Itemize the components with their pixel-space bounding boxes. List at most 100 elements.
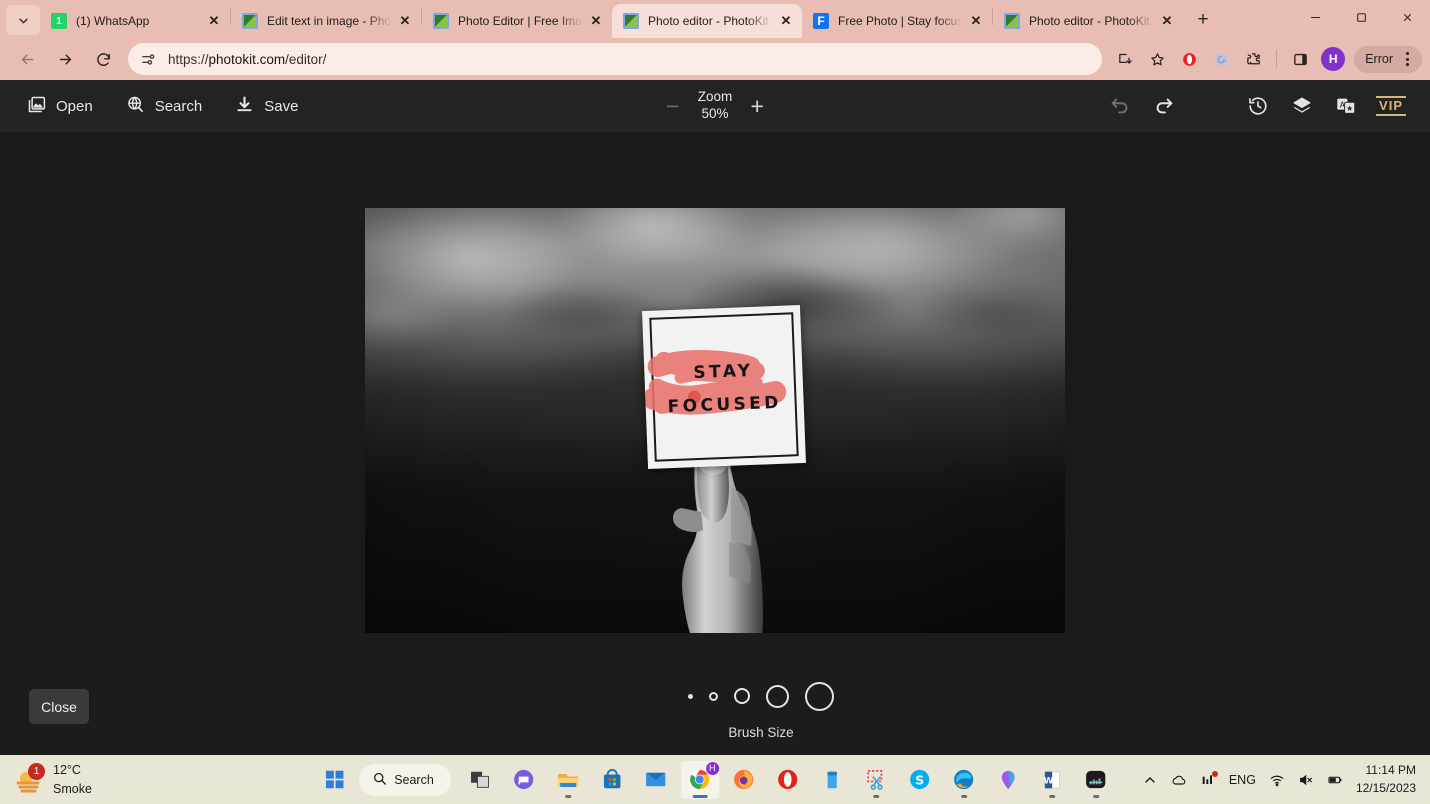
battery-icon[interactable] xyxy=(1327,772,1343,788)
edited-photo[interactable]: STAY FOCUSED xyxy=(365,208,1065,676)
grammarly-extension-icon[interactable] xyxy=(1206,44,1236,74)
redo-icon[interactable] xyxy=(1150,92,1178,120)
onedrive-cloud-icon[interactable] xyxy=(1171,772,1187,788)
bookmark-star-icon[interactable] xyxy=(1142,44,1172,74)
photokit-icon xyxy=(1004,13,1020,29)
search-icon xyxy=(372,771,387,789)
dark-app-icon[interactable] xyxy=(1077,761,1115,799)
opera-icon[interactable] xyxy=(769,761,807,799)
microsoft-store-icon[interactable] xyxy=(593,761,631,799)
svg-text:S: S xyxy=(915,772,924,787)
volume-muted-icon[interactable] xyxy=(1298,772,1314,788)
open-button[interactable]: Open xyxy=(26,94,93,119)
editor-right-tools: A ★ VIP xyxy=(1106,92,1430,120)
weather-temperature: 12°C xyxy=(53,763,81,778)
tab-close-icon[interactable]: ✕ xyxy=(395,11,415,31)
zoom-in-button[interactable]: + xyxy=(746,94,768,117)
microsoft-word-icon[interactable]: W xyxy=(1033,761,1071,799)
brush-size-option-1[interactable] xyxy=(688,693,693,699)
history-icon[interactable] xyxy=(1244,92,1272,120)
zoom-value: 50% xyxy=(701,106,729,121)
editor-file-tools: Open Search Save xyxy=(0,94,298,119)
tab-photo-editor-free-image[interactable]: Photo Editor | Free Image E ✕ xyxy=(422,4,612,38)
layers-icon[interactable] xyxy=(1288,92,1316,120)
zoom-out-button[interactable]: − xyxy=(662,94,684,117)
extensions-puzzle-icon[interactable] xyxy=(1238,44,1268,74)
tab-close-icon[interactable]: ✕ xyxy=(776,11,796,31)
window-maximize-icon[interactable] xyxy=(1338,0,1384,34)
kebab-menu-icon[interactable] xyxy=(1396,52,1418,66)
side-panel-icon[interactable] xyxy=(1285,44,1315,74)
tab-close-icon[interactable]: ✕ xyxy=(966,11,986,31)
back-arrow-icon[interactable] xyxy=(11,43,43,75)
zoom-control: − Zoom 50% + xyxy=(662,89,769,123)
save-button[interactable]: Save xyxy=(234,94,298,119)
windows-start-icon[interactable] xyxy=(315,761,353,799)
running-indicator xyxy=(564,794,571,798)
chat-teams-icon[interactable] xyxy=(505,761,543,799)
tab-photo-editor-photokit-2[interactable]: Photo editor - PhotoKit.co ✕ xyxy=(993,4,1183,38)
blue-app-icon[interactable] xyxy=(813,761,851,799)
tab-free-photo-stay-focused[interactable]: Free Photo | Stay focused t ✕ xyxy=(802,4,992,38)
tab-whatsapp[interactable]: (1) WhatsApp ✕ xyxy=(40,4,230,38)
snipping-tool-icon[interactable] xyxy=(857,761,895,799)
tab-title: Photo editor - PhotoKit.co xyxy=(1029,14,1153,28)
brush-size-options xyxy=(688,679,834,713)
mail-icon[interactable] xyxy=(637,761,675,799)
undo-icon[interactable] xyxy=(1106,92,1134,120)
weather-condition: Smoke xyxy=(53,781,92,796)
address-bar[interactable]: https://photokit.com/editor/ xyxy=(128,43,1103,75)
forward-arrow-icon[interactable] xyxy=(49,43,81,75)
tab-close-icon[interactable]: ✕ xyxy=(204,11,224,31)
smoke-weather-icon: 1 xyxy=(14,762,45,795)
task-view-icon[interactable] xyxy=(461,761,499,799)
zoom-readout: Zoom 50% xyxy=(698,89,733,123)
clock-time: 11:14 PM xyxy=(1365,763,1416,778)
tab-close-icon[interactable]: ✕ xyxy=(586,11,606,31)
tab-search-chevron-down-icon[interactable] xyxy=(6,5,40,35)
weather-widget[interactable]: 1 12°C Smoke xyxy=(0,761,300,797)
brush-size-option-2[interactable] xyxy=(709,691,718,701)
site-settings-icon[interactable] xyxy=(140,51,157,68)
file-explorer-icon[interactable] xyxy=(549,761,587,799)
error-status-badge[interactable]: Error xyxy=(1354,45,1422,73)
install-app-icon[interactable] xyxy=(1110,44,1140,74)
photokit-icon xyxy=(242,13,258,29)
google-chrome-icon[interactable]: H xyxy=(680,760,719,799)
taskbar-search[interactable]: Search xyxy=(359,763,451,796)
maps-pin-icon[interactable] xyxy=(989,761,1027,799)
paper-sign: STAY FOCUSED xyxy=(642,305,806,469)
skype-icon[interactable]: S xyxy=(901,761,939,799)
open-label: Open xyxy=(56,97,93,115)
stats-chart-icon[interactable] xyxy=(1200,770,1218,788)
microsoft-edge-icon[interactable] xyxy=(945,761,983,799)
system-tray: ENG 11:14 PM 12/15/2023 xyxy=(1142,762,1430,796)
translate-icon[interactable]: A ★ xyxy=(1332,92,1360,120)
brush-size-option-4[interactable] xyxy=(766,684,789,708)
language-indicator[interactable]: ENG xyxy=(1229,773,1256,787)
chevron-up-icon[interactable] xyxy=(1142,772,1158,788)
firefox-icon[interactable] xyxy=(725,761,763,799)
window-minimize-icon[interactable] xyxy=(1292,0,1338,34)
clock[interactable]: 11:14 PM 12/15/2023 xyxy=(1356,762,1416,796)
svg-text:W: W xyxy=(1043,775,1053,786)
tab-close-icon[interactable]: ✕ xyxy=(1157,11,1177,31)
chrome-profile-badge: H xyxy=(705,761,719,775)
window-controls xyxy=(1292,0,1430,38)
tab-photo-editor-photokit-active[interactable]: Photo editor - PhotoKit.co ✕ xyxy=(612,4,802,38)
profile-avatar[interactable]: H xyxy=(1321,47,1346,71)
save-label: Save xyxy=(264,97,299,115)
running-indicator xyxy=(1092,794,1099,798)
opera-extension-icon[interactable] xyxy=(1174,44,1204,74)
window-close-icon[interactable] xyxy=(1384,0,1430,34)
search-button[interactable]: Search xyxy=(125,94,202,119)
new-tab-button[interactable]: + xyxy=(1189,6,1217,34)
tab-edit-text-in-image[interactable]: Edit text in image - Photo ✕ xyxy=(231,4,421,38)
tab-title: Free Photo | Stay focused t xyxy=(838,14,962,28)
vip-badge[interactable]: VIP xyxy=(1376,95,1406,117)
photokit-icon xyxy=(433,13,449,29)
brush-size-option-3[interactable] xyxy=(734,688,750,704)
wifi-icon[interactable] xyxy=(1269,772,1285,788)
reload-icon[interactable] xyxy=(87,43,119,75)
brush-size-option-5[interactable] xyxy=(805,681,834,711)
